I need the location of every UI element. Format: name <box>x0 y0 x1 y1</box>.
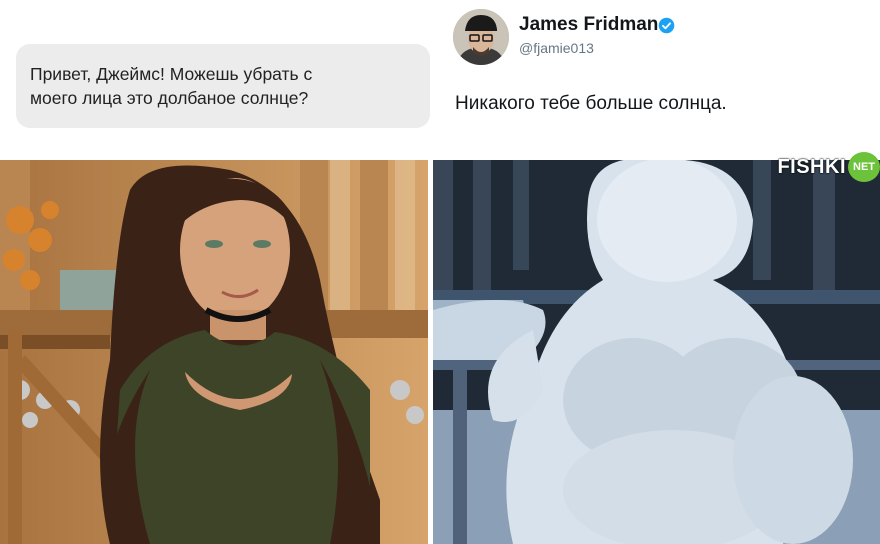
author-handle[interactable]: @fjamie013 <box>519 40 594 56</box>
message-bubble: Привет, Джеймс! Можешь убрать с моего ли… <box>16 44 430 128</box>
fishki-watermark: FISHKI NET <box>777 152 880 182</box>
snowman-edit <box>433 160 880 544</box>
watermark-badge: NET <box>848 152 880 182</box>
verified-badge-icon <box>658 17 675 34</box>
author-name[interactable]: James Fridman <box>519 14 658 36</box>
tweet-text: Никакого тебе больше солнца. <box>455 93 727 114</box>
watermark-text: FISHKI <box>777 155 846 178</box>
avatar[interactable] <box>453 9 509 65</box>
avatar-image <box>453 9 509 65</box>
original-photo <box>0 160 428 544</box>
message-line-2: моего лица это долбаное солнце? <box>30 88 309 108</box>
message-line-1: Привет, Джеймс! Можешь убрать с <box>30 64 313 84</box>
